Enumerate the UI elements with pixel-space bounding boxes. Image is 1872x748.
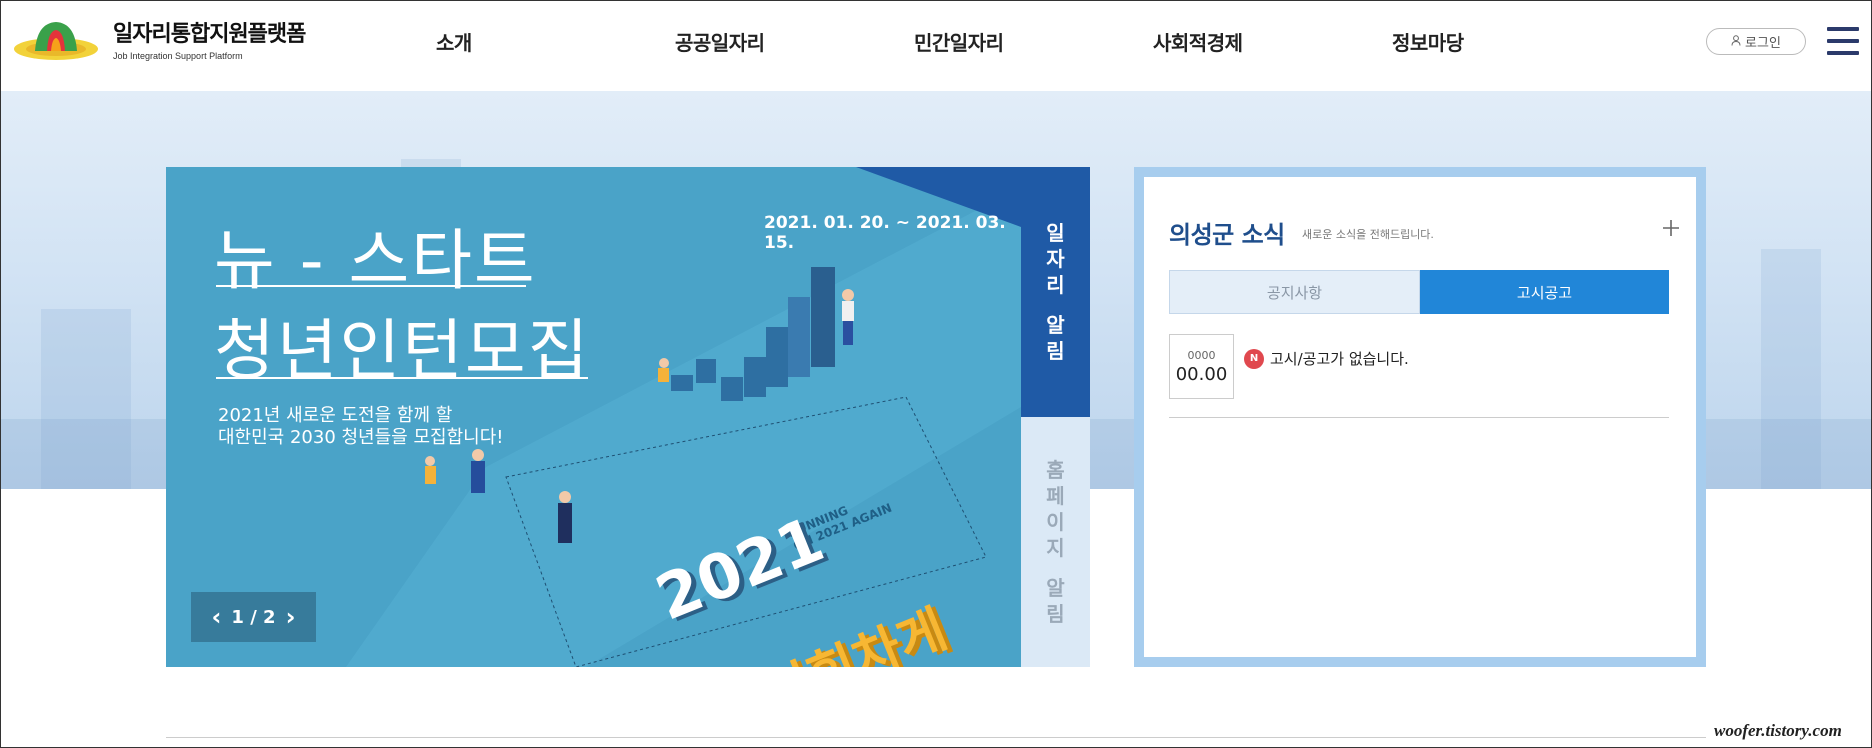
tab-char: 이	[1046, 510, 1065, 534]
login-label: 로그인	[1745, 36, 1781, 51]
tab-char: 페	[1046, 484, 1065, 508]
banner-description: 2021년 새로운 도전을 함께 할 대한민국 2030 청년들을 모집합니다!	[218, 405, 503, 449]
tab-char: 지	[1046, 536, 1065, 560]
site-logo[interactable]: 일자리통합지원플랫폼 Job Integration Support Platf…	[13, 19, 306, 63]
new-badge: N	[1244, 348, 1264, 369]
main-nav: 소개 공공일자리 민간일자리 사회적경제 정보마당	[366, 27, 1561, 56]
chevron-right-icon[interactable]: ›	[276, 605, 306, 629]
tab-char: 알	[1046, 576, 1065, 600]
news-date-box: 0000 00.00	[1169, 334, 1234, 399]
banner-desc-line1: 2021년 새로운 도전을 함께 할	[218, 405, 453, 426]
page-frame: 일자리통합지원플랫폼 Job Integration Support Platf…	[0, 0, 1872, 748]
nav-item-private-jobs[interactable]: 민간일자리	[844, 27, 1083, 56]
news-empty-message: 고시/공고가 없습니다.	[1270, 350, 1409, 368]
tab-homepage-notice[interactable]: 홈 페 이 지 알 림	[1021, 417, 1090, 667]
news-title: 의성군 소식	[1169, 221, 1285, 249]
tab-job-notice[interactable]: 일 자 리 알 림	[1021, 167, 1090, 417]
logo-subtitle: Job Integration Support Platform	[113, 50, 243, 61]
logo-mark-icon	[13, 19, 99, 63]
tab-announcements[interactable]: 고시공고	[1420, 270, 1669, 314]
user-icon	[1731, 34, 1741, 49]
tab-char: 림	[1046, 339, 1065, 363]
tab-notices[interactable]: 공지사항	[1169, 270, 1420, 314]
banner-title-underline	[216, 285, 526, 287]
main-banner[interactable]: 뉴 - 스타트 청년인턴모집 2021. 01. 20. ~ 2021. 03.…	[166, 167, 1021, 667]
tab-char: 림	[1046, 602, 1065, 626]
banner-title-line1: 뉴 - 스타트	[214, 222, 537, 299]
login-button[interactable]: 로그인	[1706, 28, 1806, 55]
watermark: woofer.tistory.com	[1714, 721, 1842, 740]
banner-date-range: 2021. 01. 20. ~ 2021. 03. 15.	[764, 213, 1006, 253]
pager-text: 1 / 2	[231, 606, 276, 628]
banner-desc-line2: 대한민국 2030 청년들을 모집합니다!	[218, 427, 504, 448]
nav-item-social-economy[interactable]: 사회적경제	[1083, 27, 1322, 56]
logo-title: 일자리통합지원플랫폼	[113, 21, 306, 47]
news-item[interactable]: N 고시/공고가 없습니다.	[1244, 348, 1409, 369]
news-subtitle: 새로운 소식을 전해드립니다.	[1302, 228, 1434, 241]
hamburger-icon[interactable]	[1827, 27, 1859, 55]
plus-icon[interactable]	[1662, 211, 1680, 244]
news-date-day: 00.00	[1175, 363, 1228, 385]
site-header: 일자리통합지원플랫폼 Job Integration Support Platf…	[1, 1, 1871, 91]
tab-char: 일	[1046, 221, 1065, 245]
divider	[166, 737, 1706, 738]
tab-char: 홈	[1046, 458, 1065, 482]
banner-title-underline	[216, 377, 588, 379]
chevron-left-icon[interactable]: ‹	[202, 605, 232, 629]
tab-char: 자	[1046, 247, 1065, 271]
tab-char: 알	[1046, 313, 1065, 337]
news-tabs: 공지사항 고시공고	[1169, 270, 1669, 314]
banner-pager: ‹ 1 / 2 ›	[191, 592, 316, 642]
nav-item-intro[interactable]: 소개	[366, 27, 605, 56]
divider	[1169, 417, 1669, 418]
nav-item-public-jobs[interactable]: 공공일자리	[605, 27, 844, 56]
news-panel: 의성군 소식 새로운 소식을 전해드립니다. 공지사항 고시공고 0000 00…	[1134, 167, 1706, 667]
tab-char: 리	[1046, 273, 1065, 297]
nav-item-info[interactable]: 정보마당	[1322, 27, 1561, 56]
news-date-year: 0000	[1187, 348, 1216, 362]
